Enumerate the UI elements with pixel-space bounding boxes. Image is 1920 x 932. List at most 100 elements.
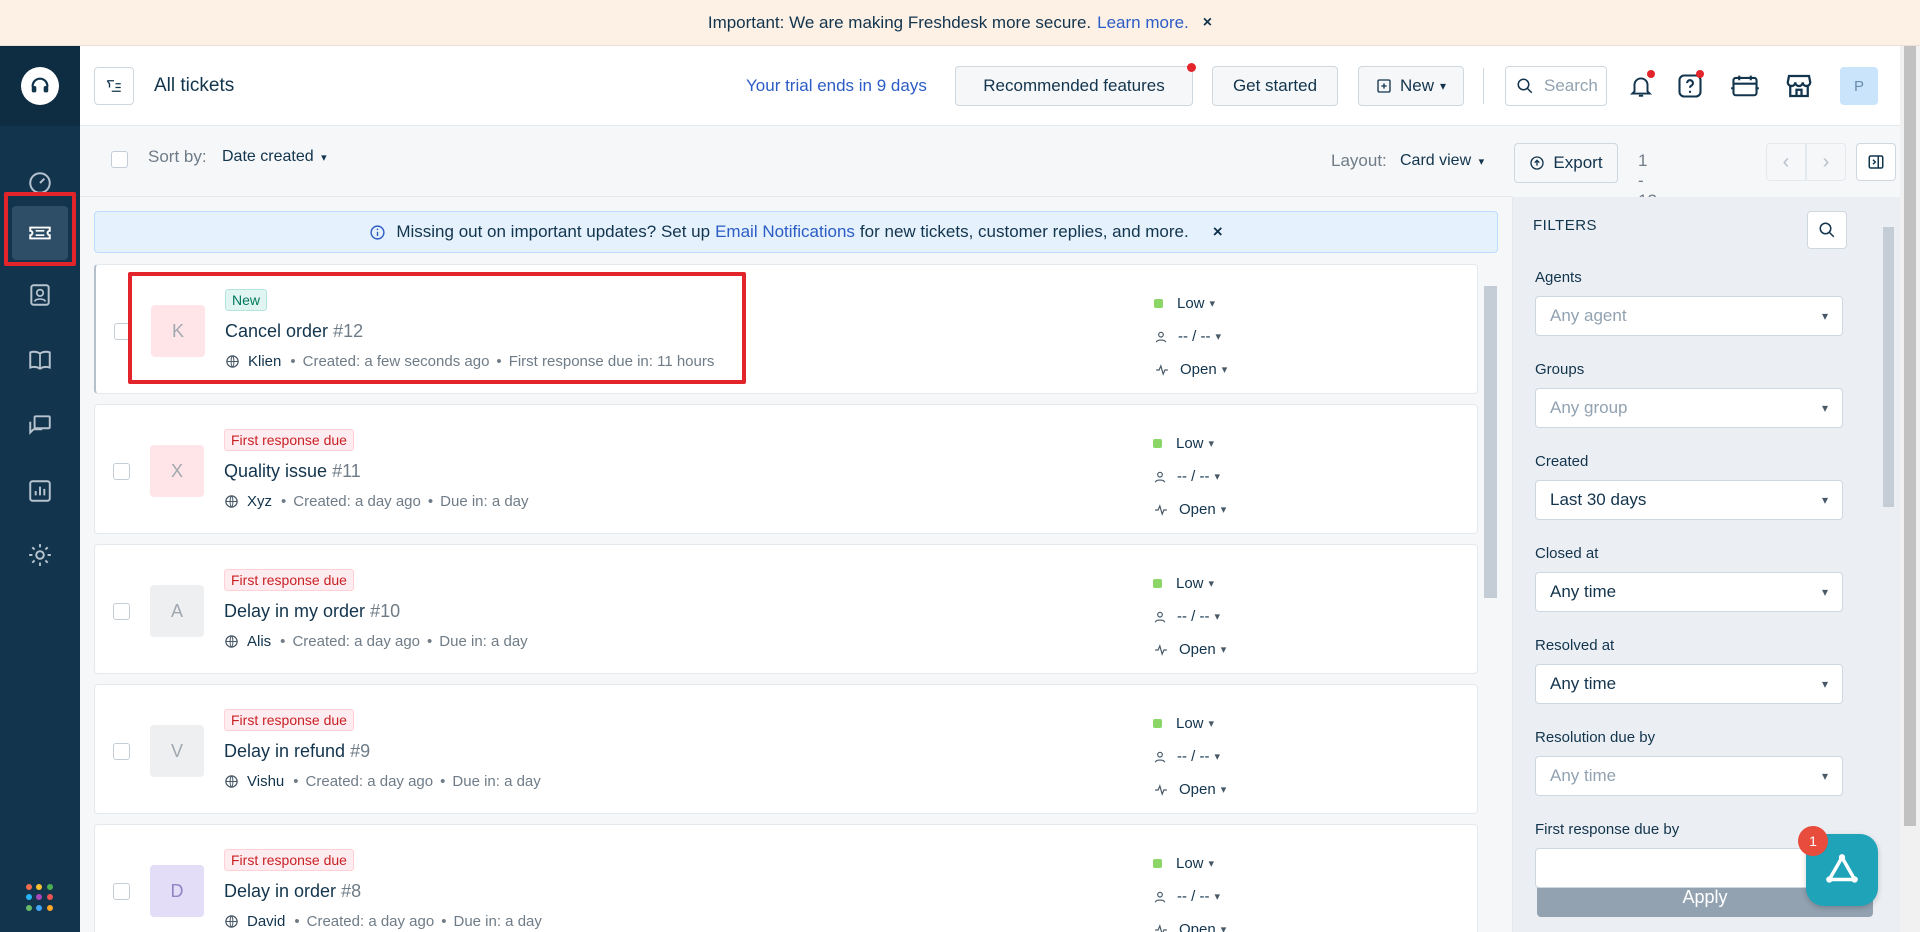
meta-separator: • <box>427 633 433 650</box>
status-dropdown[interactable]: Open ▾ <box>1153 913 1226 932</box>
freshdesk-logo[interactable] <box>0 46 80 126</box>
assignee-dropdown[interactable]: -- / -- ▾ <box>1153 600 1226 633</box>
page-scrollbar[interactable] <box>1900 46 1920 932</box>
user-avatar[interactable]: P <box>1840 67 1878 105</box>
notification-dot <box>1647 70 1655 78</box>
sidebar-item-admin[interactable] <box>12 528 68 582</box>
due-time: Due in: a day <box>439 633 528 650</box>
assignee-value: -- / -- <box>1177 888 1210 905</box>
filters-search-button[interactable] <box>1807 211 1847 249</box>
marketplace-button[interactable] <box>1781 68 1817 104</box>
ticket-subject-link[interactable]: Delay in order #8 <box>224 881 361 902</box>
next-page-button[interactable]: › <box>1806 143 1846 181</box>
priority-dropdown[interactable]: Low ▾ <box>1153 847 1226 880</box>
help-button[interactable] <box>1672 68 1708 104</box>
ticket-checkbox[interactable] <box>113 603 130 620</box>
assignee-dropdown[interactable]: -- / -- ▾ <box>1153 880 1226 913</box>
priority-indicator <box>1153 439 1162 448</box>
ticket-subject-link[interactable]: Quality issue #11 <box>224 461 361 482</box>
toggle-filter-panel-button[interactable] <box>1856 143 1896 181</box>
banner-learn-more-link[interactable]: Learn more. <box>1097 13 1189 33</box>
export-button[interactable]: Export <box>1514 143 1618 183</box>
ticket-card[interactable]: X First response due Quality issue #11 Xyz •… <box>94 404 1478 534</box>
calendar-button[interactable] <box>1727 68 1763 104</box>
list-scrollbar[interactable] <box>1482 270 1498 932</box>
ticket-subject-link[interactable]: Delay in my order #10 <box>224 601 400 622</box>
priority-value: Low <box>1176 715 1204 732</box>
trial-notice-link[interactable]: Your trial ends in 9 days <box>746 76 927 96</box>
scrollbar-thumb[interactable] <box>1883 227 1894 507</box>
filter-select[interactable]: ▾ <box>1535 848 1843 888</box>
ticket-checkbox[interactable] <box>113 463 130 480</box>
sidebar-item-solutions[interactable] <box>12 333 68 387</box>
assignee-value: -- / -- <box>1178 328 1211 345</box>
assignee-dropdown[interactable]: -- / -- ▾ <box>1153 460 1226 493</box>
chevron-down-icon: ▾ <box>1439 79 1447 93</box>
sort-dropdown[interactable]: Date created ▾ <box>222 148 327 166</box>
filter-group: First response due by ▾ <box>1535 821 1843 888</box>
notifications-button[interactable] <box>1623 68 1659 104</box>
help-widget-button[interactable]: 1 <box>1798 826 1878 906</box>
recommended-features-button[interactable]: Recommended features <box>955 63 1196 106</box>
ticket-highlight-box <box>128 272 746 384</box>
status-dropdown[interactable]: Open ▾ <box>1153 493 1226 526</box>
email-notifications-link[interactable]: Email Notifications <box>715 222 855 242</box>
filter-select[interactable]: Any time ▾ <box>1535 756 1843 796</box>
ticket-card[interactable]: A First response due Delay in my order #10… <box>94 544 1478 674</box>
scrollbar-thumb[interactable] <box>1904 46 1916 826</box>
search-input[interactable]: Search <box>1505 66 1607 106</box>
status-dropdown[interactable]: Open ▾ <box>1153 633 1226 666</box>
assignee-dropdown[interactable]: -- / -- ▾ <box>1153 740 1226 773</box>
status-dropdown[interactable]: Open ▾ <box>1154 353 1227 386</box>
list-filter-icon <box>106 80 121 92</box>
requester-name[interactable]: Alis <box>247 633 271 650</box>
chat-bubbles-icon <box>29 415 51 435</box>
filter-select[interactable]: Any time ▾ <box>1535 572 1843 612</box>
filter-group: Groups Any group ▾ <box>1535 361 1843 428</box>
sort-label: Sort by: <box>148 147 207 166</box>
person-icon <box>1154 891 1166 903</box>
chevron-down-icon: ▾ <box>1209 298 1216 310</box>
get-started-button[interactable]: Get started <box>1212 66 1338 106</box>
ticket-subject: Delay in order <box>224 881 337 901</box>
filter-select[interactable]: Any agent ▾ <box>1535 296 1843 336</box>
priority-value: Low <box>1177 295 1205 312</box>
priority-dropdown[interactable]: Low ▾ <box>1154 287 1227 320</box>
status-dropdown[interactable]: Open ▾ <box>1153 773 1226 806</box>
priority-value: Low <box>1176 575 1204 592</box>
banner-close-button[interactable]: × <box>1203 14 1212 32</box>
assignee-dropdown[interactable]: -- / -- ▾ <box>1154 320 1227 353</box>
filter-label: Groups <box>1535 361 1585 378</box>
priority-dropdown[interactable]: Low ▾ <box>1153 427 1226 460</box>
filter-toggle-button[interactable] <box>94 67 134 105</box>
filter-select[interactable]: Any time ▾ <box>1535 664 1843 704</box>
ticket-card[interactable]: V First response due Delay in refund #9 Vis… <box>94 684 1478 814</box>
sidebar-item-forums[interactable] <box>12 398 68 452</box>
ticket-meta: David • Created: a day ago • Due in: a day <box>224 913 542 930</box>
ticket-subject-link[interactable]: Delay in refund #9 <box>224 741 370 762</box>
ticket-checkbox[interactable] <box>113 883 130 900</box>
sidebar-item-contacts[interactable] <box>12 268 68 322</box>
ticket-number: #8 <box>341 881 362 901</box>
priority-dropdown[interactable]: Low ▾ <box>1153 707 1226 740</box>
app-switcher-icon[interactable] <box>26 884 54 912</box>
filter-select[interactable]: Any group ▾ <box>1535 388 1843 428</box>
new-button[interactable]: New ▾ <box>1358 66 1464 106</box>
ticket-card[interactable]: D First response due Delay in order #8 Davi… <box>94 824 1478 932</box>
filter-select[interactable]: Last 30 days ▾ <box>1535 480 1843 520</box>
sidebar-item-reports[interactable] <box>12 464 68 518</box>
requester-name[interactable]: Vishu <box>247 773 284 790</box>
notice-close-button[interactable]: × <box>1213 222 1223 242</box>
select-all-checkbox[interactable] <box>111 151 128 168</box>
filters-scrollbar[interactable] <box>1881 213 1895 913</box>
scrollbar-thumb[interactable] <box>1484 286 1497 598</box>
requester-name[interactable]: Xyz <box>247 493 272 510</box>
new-label: New <box>1399 76 1434 95</box>
priority-dropdown[interactable]: Low ▾ <box>1153 567 1226 600</box>
previous-page-button[interactable]: ‹ <box>1766 143 1806 181</box>
requester-name[interactable]: David <box>247 913 285 930</box>
ticket-checkbox[interactable] <box>113 743 130 760</box>
meta-separator: • <box>441 913 447 930</box>
layout-value: Card view <box>1400 152 1472 169</box>
layout-dropdown[interactable]: Card view ▾ <box>1400 152 1484 170</box>
